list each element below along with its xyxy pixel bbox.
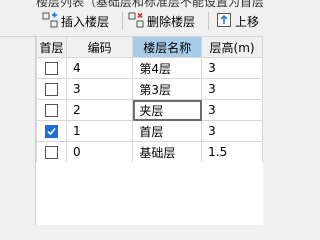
first-floor-checkbox[interactable]: [44, 83, 58, 96]
column-header-code[interactable]: 编码: [65, 36, 134, 58]
first-floor-checkbox[interactable]: [44, 146, 58, 159]
divider: [0, 36, 36, 37]
floor-name-cell[interactable]: 基础层: [132, 141, 203, 163]
delete-floor-label: 删除楼层: [147, 14, 196, 29]
code-cell[interactable]: 4: [65, 57, 134, 79]
table-row[interactable]: 3 第3层 3: [36, 78, 263, 100]
first-floor-checkbox-checked[interactable]: [44, 125, 58, 138]
table-row[interactable]: 4 第4层 3: [36, 57, 263, 79]
floor-table: 首层 编码 楼层名称 层高(m) 4 第4层 3 3 第3层 3 2 夹层 3 …: [36, 36, 263, 163]
window-title: 楼层列表（基础层和标准层不能设置为首层）: [36, 0, 263, 8]
first-floor-cell: [36, 120, 67, 142]
code-cell[interactable]: 0: [65, 141, 134, 163]
move-up-icon: [216, 12, 232, 31]
toolbar-separator: [122, 12, 123, 30]
insert-floor-button[interactable]: 插入楼层: [42, 11, 109, 31]
insert-floor-label: 插入楼层: [61, 14, 110, 29]
toolbar-separator: [208, 12, 209, 30]
window-title-bar: 楼层列表（基础层和标准层不能设置为首层）: [0, 0, 263, 8]
left-panel-edge: [0, 34, 36, 225]
checkmark-icon: [47, 127, 56, 136]
column-header-floor-name[interactable]: 楼层名称: [132, 36, 203, 58]
height-cell[interactable]: 1.5: [201, 141, 263, 163]
delete-floor-button[interactable]: 删除楼层: [128, 11, 195, 31]
height-cell[interactable]: 3: [201, 99, 263, 121]
table-row[interactable]: 1 首层 3: [36, 120, 263, 142]
floor-name-cell[interactable]: 第3层: [132, 78, 203, 100]
floor-name-cell[interactable]: 首层: [132, 120, 203, 142]
move-up-button[interactable]: 上移: [216, 11, 259, 31]
height-cell[interactable]: 3: [201, 78, 263, 100]
table-row[interactable]: 0 基础层 1.5: [36, 141, 263, 163]
code-cell[interactable]: 2: [65, 99, 134, 121]
first-floor-checkbox[interactable]: [44, 62, 58, 75]
move-up-label: 上移: [235, 14, 260, 29]
floor-name-cell[interactable]: 第4层: [132, 57, 203, 79]
height-cell[interactable]: 3: [201, 120, 263, 142]
code-cell[interactable]: 1: [65, 120, 134, 142]
height-cell[interactable]: 3: [201, 57, 263, 79]
first-floor-cell: [36, 57, 67, 79]
delete-floor-icon: [128, 12, 144, 31]
floor-name-cell-editing[interactable]: 夹层: [132, 99, 203, 121]
first-floor-checkbox[interactable]: [44, 104, 58, 117]
column-header-height[interactable]: 层高(m): [201, 36, 263, 58]
first-floor-cell: [36, 141, 67, 163]
column-header-first-floor[interactable]: 首层: [36, 36, 67, 58]
first-floor-cell: [36, 78, 67, 100]
code-cell[interactable]: 3: [65, 78, 134, 100]
table-empty-area: [36, 162, 263, 225]
first-floor-cell: [36, 99, 67, 121]
table-row[interactable]: 2 夹层 3: [36, 99, 263, 121]
table-header-row: 首层 编码 楼层名称 层高(m): [36, 36, 263, 58]
toolbar: 插入楼层 删除楼层 上移: [0, 8, 263, 34]
insert-floor-icon: [42, 12, 58, 31]
